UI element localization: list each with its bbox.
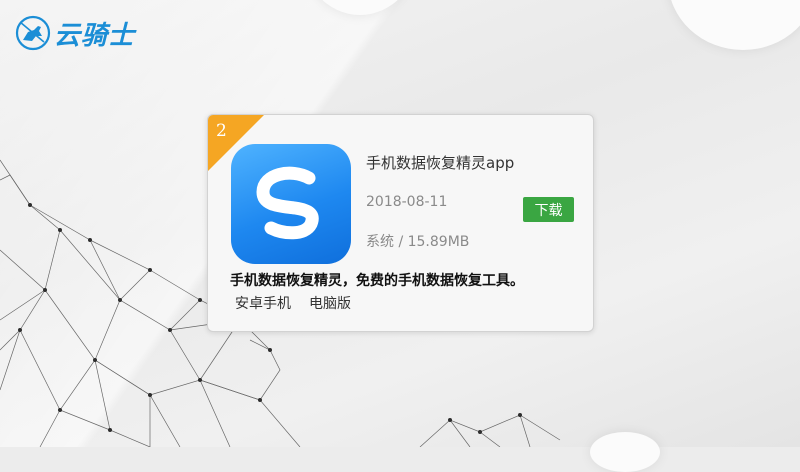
- knight-rider-icon: [15, 15, 51, 51]
- platform-list: 安卓手机 电脑版: [235, 293, 351, 313]
- app-icon[interactable]: [231, 144, 351, 264]
- app-meta: 系统 / 15.89MB: [366, 234, 470, 250]
- release-date: 2018-08-11: [366, 194, 448, 210]
- app-name[interactable]: 手机数据恢复精灵app: [366, 152, 514, 173]
- s-logo-icon: [256, 166, 319, 240]
- app-card[interactable]: 2 手机数据恢复精灵app 2018-08-11 下载 系统 / 15.89MB…: [207, 114, 594, 332]
- logo-text: 云骑士: [54, 20, 136, 51]
- platform-android-link[interactable]: 安卓手机: [235, 293, 291, 313]
- download-button[interactable]: 下载: [523, 197, 574, 222]
- rank-number: 2: [216, 121, 227, 141]
- platform-pc-link[interactable]: 电脑版: [309, 293, 351, 313]
- app-description: 手机数据恢复精灵，免费的手机数据恢复工具。: [230, 273, 524, 289]
- site-logo[interactable]: 云骑士: [14, 14, 135, 52]
